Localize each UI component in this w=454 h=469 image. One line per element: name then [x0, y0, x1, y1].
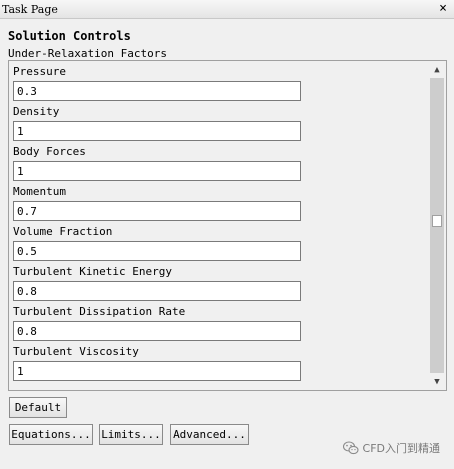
- body-forces-label: Body Forces: [13, 145, 86, 158]
- momentum-label: Momentum: [13, 185, 66, 198]
- density-input[interactable]: [13, 121, 301, 141]
- turbulent-viscosity-label: Turbulent Viscosity: [13, 345, 139, 358]
- limits-button[interactable]: Limits...: [99, 424, 163, 445]
- tke-label: Turbulent Kinetic Energy: [13, 265, 172, 278]
- body-forces-input[interactable]: [13, 161, 301, 181]
- scroll-down-icon[interactable]: ▼: [429, 375, 445, 389]
- turbulent-viscosity-input[interactable]: [13, 361, 301, 381]
- pressure-label: Pressure: [13, 65, 66, 78]
- pressure-input[interactable]: [13, 81, 301, 101]
- wechat-icon: [342, 441, 359, 455]
- scroll-thumb[interactable]: [432, 215, 442, 227]
- watermark: CFD入门到精通: [342, 440, 440, 456]
- window-title: Task Page: [2, 3, 58, 16]
- momentum-input[interactable]: [13, 201, 301, 221]
- dissipation-rate-label: Turbulent Dissipation Rate: [13, 305, 186, 318]
- close-icon[interactable]: ×: [436, 1, 450, 17]
- group-label: Under-Relaxation Factors: [8, 47, 167, 60]
- scroll-up-icon[interactable]: ▲: [429, 63, 445, 77]
- scroll-track[interactable]: [430, 78, 444, 373]
- relaxation-factors-panel: Pressure Density Body Forces Momentum Vo…: [8, 60, 447, 391]
- tke-input[interactable]: [13, 281, 301, 301]
- density-label: Density: [13, 105, 60, 118]
- vertical-scrollbar[interactable]: ▲ ▼: [429, 62, 445, 389]
- volume-fraction-input[interactable]: [13, 241, 301, 261]
- watermark-text: CFD入门到精通: [362, 442, 440, 455]
- dissipation-rate-input[interactable]: [13, 321, 301, 341]
- equations-button[interactable]: Equations...: [9, 424, 93, 445]
- volume-fraction-label: Volume Fraction: [13, 225, 113, 238]
- title-bar: Task Page ×: [0, 0, 454, 19]
- page-heading: Solution Controls: [8, 29, 131, 43]
- advanced-button[interactable]: Advanced...: [170, 424, 249, 445]
- default-button[interactable]: Default: [9, 397, 67, 418]
